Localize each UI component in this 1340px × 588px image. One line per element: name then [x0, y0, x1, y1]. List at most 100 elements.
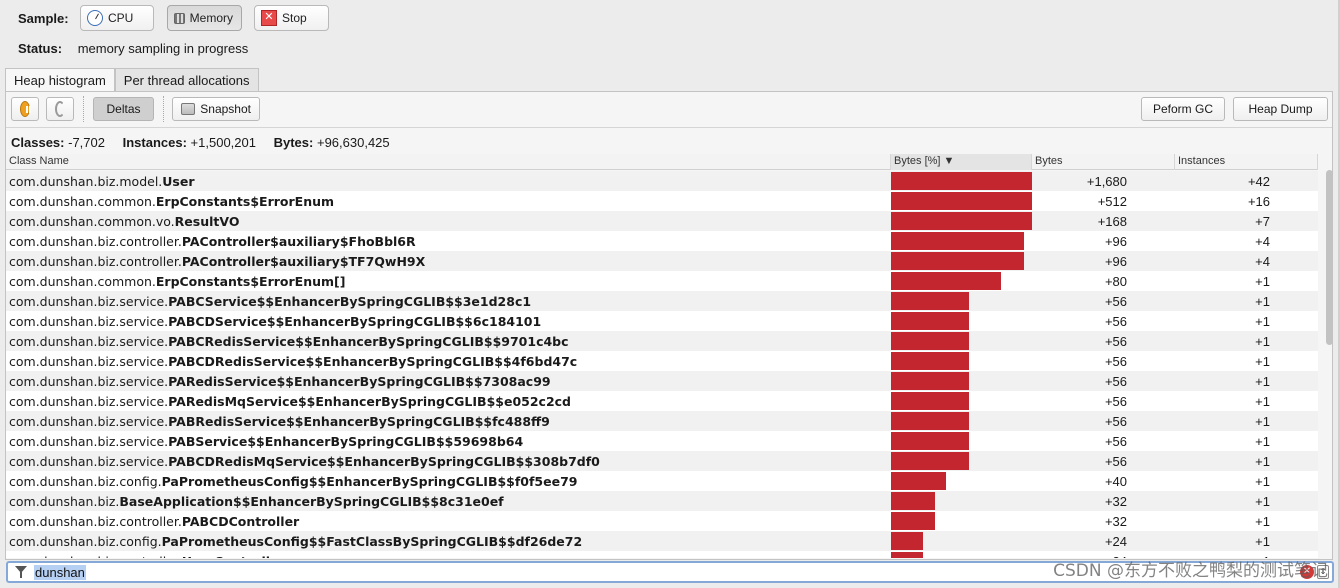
table-row[interactable]: com.dunshan.biz.service.PABCService$$Enh…: [6, 291, 1318, 311]
class-name-cell: com.dunshan.biz.service.PARedisService$$…: [6, 374, 891, 389]
table-row[interactable]: com.dunshan.biz.service.PABCRedisService…: [6, 331, 1318, 351]
table-row[interactable]: com.dunshan.biz.config.PaPrometheusConfi…: [6, 471, 1318, 491]
refresh-icon: [55, 101, 65, 117]
tab-per-thread-allocations[interactable]: Per thread allocations: [114, 68, 259, 92]
snapshot-label: Snapshot: [200, 102, 251, 116]
bytes-percent-cell: [891, 551, 1032, 558]
status-line: Status: memory sampling in progress: [18, 41, 248, 56]
classes-label: Classes:: [11, 135, 65, 150]
table-row[interactable]: com.dunshan.biz.model.User +1,680 +42: [6, 171, 1318, 191]
package-name: com.dunshan.biz.config.: [9, 533, 162, 549]
instances-cell: +1: [1255, 413, 1270, 429]
package-name: com.dunshan.biz.service.: [9, 353, 169, 369]
column-header-bytes[interactable]: Bytes: [1032, 154, 1175, 170]
table-row[interactable]: com.dunshan.biz.service.PABService$$Enha…: [6, 431, 1318, 451]
class-simple-name: PARedisService$$EnhancerBySpringCGLIB$$7…: [168, 373, 551, 389]
table-row[interactable]: com.dunshan.common.ErpConstants$ErrorEnu…: [6, 191, 1318, 211]
class-simple-name: PABRedisService$$EnhancerBySpringCGLIB$$…: [168, 413, 550, 429]
bytes-percent-cell: [891, 411, 1032, 431]
table-row[interactable]: com.dunshan.biz.service.PABCDRedisServic…: [6, 351, 1318, 371]
class-name-cell: com.dunshan.biz.controller.UserControlle…: [6, 554, 891, 559]
bytes-cell: +32: [1104, 513, 1127, 529]
column-header-instances[interactable]: Instances: [1175, 154, 1318, 170]
table-row[interactable]: com.dunshan.biz.controller.PAController$…: [6, 231, 1318, 251]
table-row[interactable]: com.dunshan.biz.service.PABRedisService$…: [6, 411, 1318, 431]
table-row[interactable]: com.dunshan.biz.BaseApplication$$Enhance…: [6, 491, 1318, 511]
memory-button[interactable]: Memory: [167, 5, 242, 31]
table-row[interactable]: com.dunshan.biz.service.PARedisMqService…: [6, 391, 1318, 411]
table-row[interactable]: com.dunshan.biz.controller.PAController$…: [6, 251, 1318, 271]
instances-value: +1,500,201: [190, 135, 256, 150]
instances-cell: +1: [1255, 313, 1270, 329]
column-header-class-name[interactable]: Class Name: [6, 154, 891, 170]
bytes-cell: +96: [1104, 233, 1127, 249]
bytes-label: Bytes:: [273, 135, 314, 150]
package-name: com.dunshan.biz.service.: [9, 453, 169, 469]
toolbar-separator: [83, 96, 84, 122]
status-value: memory sampling in progress: [77, 41, 249, 56]
table-row[interactable]: com.dunshan.biz.controller.PABCDControll…: [6, 511, 1318, 531]
class-name-cell: com.dunshan.biz.service.PABCService$$Enh…: [6, 294, 891, 309]
filter-input-value[interactable]: dunshan: [34, 564, 86, 580]
bytes-percent-bar: [891, 552, 923, 558]
bytes-percent-bar: [891, 232, 1024, 250]
delta-summary: Classes: -7,702 Instances: +1,500,201 By…: [11, 135, 404, 150]
vertical-scrollbar[interactable]: [1326, 170, 1333, 345]
deltas-toggle[interactable]: Deltas: [93, 97, 154, 121]
class-simple-name: PARedisMqService$$EnhancerBySpringCGLIB$…: [168, 393, 572, 409]
snapshot-icon: [181, 103, 196, 115]
table-row[interactable]: com.dunshan.biz.service.PARedisService$$…: [6, 371, 1318, 391]
table-row[interactable]: com.dunshan.common.ErpConstants$ErrorEnu…: [6, 271, 1318, 291]
class-name-cell: com.dunshan.biz.service.PABCDService$$En…: [6, 314, 891, 329]
class-simple-name: PABCDService$$EnhancerBySpringCGLIB$$6c1…: [168, 313, 542, 329]
table-row[interactable]: com.dunshan.common.vo.ResultVO +168 +7: [6, 211, 1318, 231]
bytes-cell: +32: [1104, 493, 1127, 509]
perform-gc-button[interactable]: Peform GC: [1141, 97, 1225, 121]
cpu-button[interactable]: CPU: [80, 5, 154, 31]
class-simple-name: PaPrometheusConfig$$EnhancerBySpringCGLI…: [161, 473, 578, 489]
bytes-percent-bar: [891, 312, 969, 330]
package-name: com.dunshan.biz.service.: [9, 433, 169, 449]
column-header-bytes-percent[interactable]: Bytes [%] ▼: [891, 154, 1032, 170]
bytes-cell: +56: [1104, 393, 1127, 409]
instances-cell: +1: [1255, 333, 1270, 349]
watermark: CSDN @东方不败之鸭梨的测试笔记: [1053, 561, 1328, 581]
table-row[interactable]: com.dunshan.biz.service.PABCDRedisMqServ…: [6, 451, 1318, 471]
refresh-button[interactable]: [46, 97, 74, 121]
tab-heap-histogram[interactable]: Heap histogram: [5, 68, 115, 92]
bytes-percent-cell: [891, 191, 1032, 211]
class-simple-name: BaseApplication$$EnhancerBySpringCGLIB$$…: [119, 493, 504, 509]
class-name-cell: com.dunshan.common.ErpConstants$ErrorEnu…: [6, 274, 891, 289]
package-name: com.dunshan.biz.service.: [9, 373, 169, 389]
bytes-cell: +80: [1104, 273, 1127, 289]
table-row[interactable]: com.dunshan.biz.config.PaPrometheusConfi…: [6, 531, 1318, 551]
package-name: com.dunshan.common.: [9, 193, 156, 209]
heap-histogram-panel: Deltas Snapshot Peform GC Heap Dump Clas…: [5, 91, 1333, 560]
bytes-percent-bar: [891, 332, 969, 350]
bytes-cell: +56: [1104, 293, 1127, 309]
snapshot-button[interactable]: Snapshot: [172, 97, 260, 121]
class-simple-name: PABService$$EnhancerBySpringCGLIB$$59698…: [168, 433, 524, 449]
package-name: com.dunshan.biz.service.: [9, 413, 169, 429]
bytes-percent-bar: [891, 412, 969, 430]
instances-cell: +1: [1255, 533, 1270, 549]
stop-button[interactable]: ✕ Stop: [254, 5, 329, 31]
package-name: com.dunshan.common.vo.: [9, 213, 175, 229]
sample-row: Sample: CPU Memory ✕ Stop: [0, 4, 1340, 32]
instances-cell: +1: [1255, 473, 1270, 489]
bytes-percent-bar: [891, 392, 969, 410]
table-row[interactable]: com.dunshan.biz.service.PABCDService$$En…: [6, 311, 1318, 331]
pause-button[interactable]: [11, 97, 39, 121]
bytes-percent-bar: [891, 172, 1032, 190]
heap-dump-button[interactable]: Heap Dump: [1233, 97, 1328, 121]
class-name-cell: com.dunshan.biz.config.PaPrometheusConfi…: [6, 474, 891, 489]
bytes-percent-cell: [891, 271, 1032, 291]
class-simple-name: PABCDController: [181, 513, 300, 529]
package-name: com.dunshan.biz.controller.: [9, 233, 182, 249]
class-name-cell: com.dunshan.biz.controller.PABCDControll…: [6, 514, 891, 529]
bytes-cell: +96: [1104, 253, 1127, 269]
bytes-cell: +56: [1104, 453, 1127, 469]
bytes-cell: +56: [1104, 353, 1127, 369]
instances-cell: +1: [1255, 493, 1270, 509]
class-simple-name: PaPrometheusConfig$$FastClassBySpringCGL…: [161, 533, 583, 549]
